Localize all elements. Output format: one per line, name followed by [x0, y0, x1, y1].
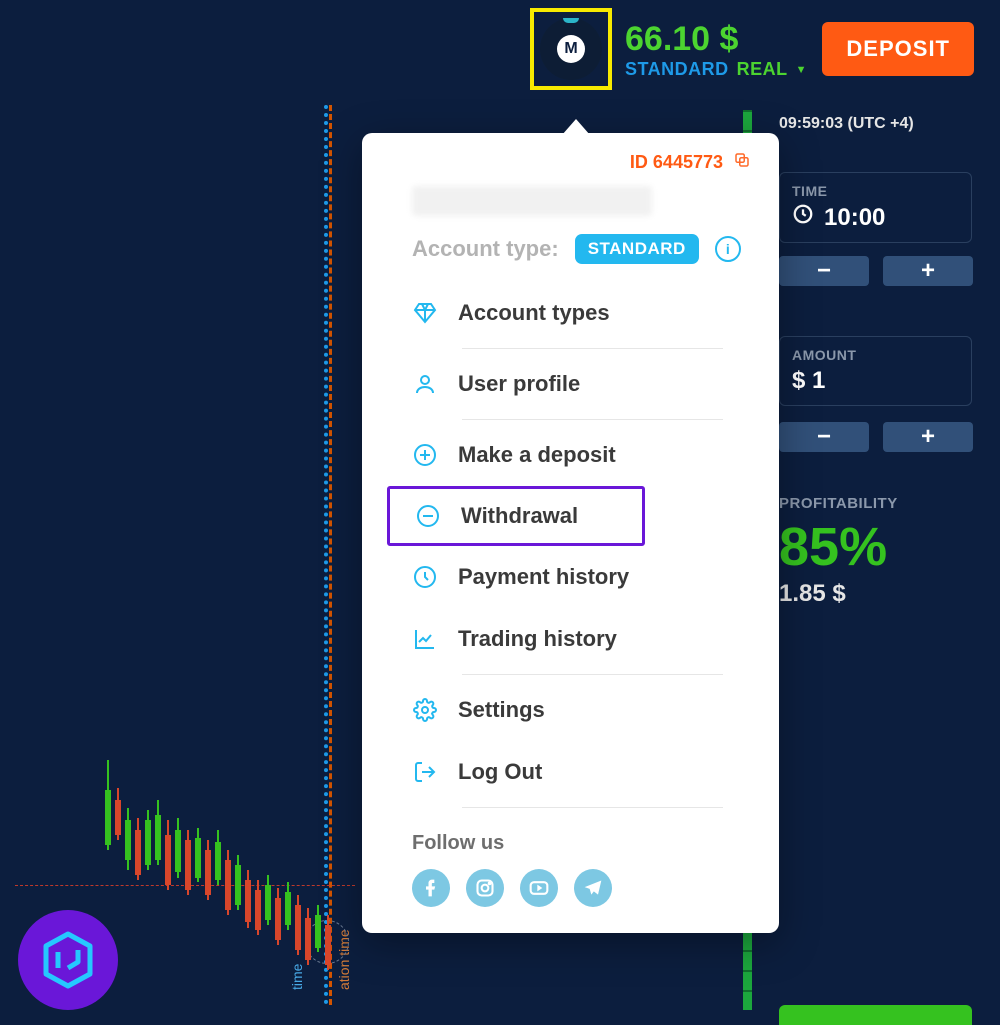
telegram-icon[interactable]: [574, 869, 612, 907]
balance-block[interactable]: 66.10 $ STANDARD REAL ▼: [625, 20, 807, 80]
menu-label: Make a deposit: [458, 442, 616, 468]
plus-circle-icon: [412, 443, 438, 467]
account-avatar-button[interactable]: M: [530, 8, 612, 90]
time-panel[interactable]: TIME 10:00: [779, 172, 972, 243]
diamond-icon: [412, 301, 438, 325]
menu-make-deposit[interactable]: Make a deposit: [412, 424, 751, 486]
info-icon[interactable]: i: [715, 236, 741, 262]
time-value: 10:00: [824, 204, 885, 232]
separator: [462, 674, 723, 675]
menu-label: Log Out: [458, 759, 542, 785]
amount-label: AMOUNT: [792, 347, 959, 363]
amount-panel[interactable]: AMOUNT $ 1: [779, 336, 972, 406]
call-button[interactable]: [779, 1005, 972, 1025]
facebook-icon[interactable]: [412, 869, 450, 907]
menu-label: Payment history: [458, 564, 629, 590]
youtube-icon[interactable]: [520, 869, 558, 907]
copy-icon[interactable]: [733, 151, 751, 174]
menu-label: Trading history: [458, 626, 617, 652]
time-label: TIME: [792, 183, 959, 199]
account-type-standard: STANDARD: [625, 59, 729, 80]
account-type-badge: STANDARD: [575, 234, 699, 264]
menu-logout[interactable]: Log Out: [412, 741, 751, 803]
menu-label: Account types: [458, 300, 610, 326]
account-menu-popup: ID 6445773 Account type: STANDARD i Acco…: [362, 133, 779, 933]
menu-payment-history[interactable]: Payment history: [412, 546, 751, 608]
instagram-icon[interactable]: [466, 869, 504, 907]
follow-us-label: Follow us: [412, 832, 779, 855]
profitability-block: PROFITABILITY 85% 1.85 $: [779, 495, 898, 608]
separator: [462, 348, 723, 349]
menu-label: User profile: [458, 371, 580, 397]
minus-circle-icon: [415, 504, 441, 528]
profitability-label: PROFITABILITY: [779, 495, 898, 512]
server-time: 09:59:03 (UTC +4): [779, 115, 914, 133]
menu-user-profile[interactable]: User profile: [412, 353, 751, 415]
deposit-button[interactable]: DEPOSIT: [822, 22, 974, 76]
separator: [462, 807, 723, 808]
account-type-label: Account type:: [412, 236, 559, 262]
profitability-amount: 1.85 $: [779, 580, 898, 608]
avatar: M: [540, 18, 602, 80]
profitability-percent: 85%: [779, 516, 898, 578]
time-plus-button[interactable]: +: [883, 256, 973, 286]
menu-label: Settings: [458, 697, 545, 723]
clock-icon: [412, 565, 438, 589]
balance-amount: 66.10 $: [625, 20, 807, 59]
menu-withdrawal[interactable]: Withdrawal: [387, 486, 645, 546]
amount-minus-button[interactable]: −: [779, 422, 869, 452]
time-minus-button[interactable]: −: [779, 256, 869, 286]
amount-plus-button[interactable]: +: [883, 422, 973, 452]
menu-settings[interactable]: Settings: [412, 679, 751, 741]
separator: [462, 419, 723, 420]
account-id: ID 6445773: [630, 152, 723, 173]
brand-logo: [18, 910, 118, 1010]
chart-line-icon: [412, 627, 438, 651]
avatar-letter: M: [557, 35, 585, 63]
header: M 66.10 $ STANDARD REAL ▼ DEPOSIT: [0, 0, 1000, 100]
user-icon: [412, 372, 438, 396]
account-mode-real: REAL: [737, 59, 788, 80]
menu-trading-history[interactable]: Trading history: [412, 608, 751, 670]
gear-icon: [412, 698, 438, 722]
chevron-down-icon: ▼: [796, 64, 807, 76]
amount-value: $ 1: [792, 367, 825, 395]
menu-label: Withdrawal: [461, 503, 578, 529]
logout-icon: [412, 760, 438, 784]
clock-icon: [792, 203, 814, 232]
menu-account-types[interactable]: Account types: [412, 282, 751, 344]
account-name-redacted: [412, 186, 652, 216]
